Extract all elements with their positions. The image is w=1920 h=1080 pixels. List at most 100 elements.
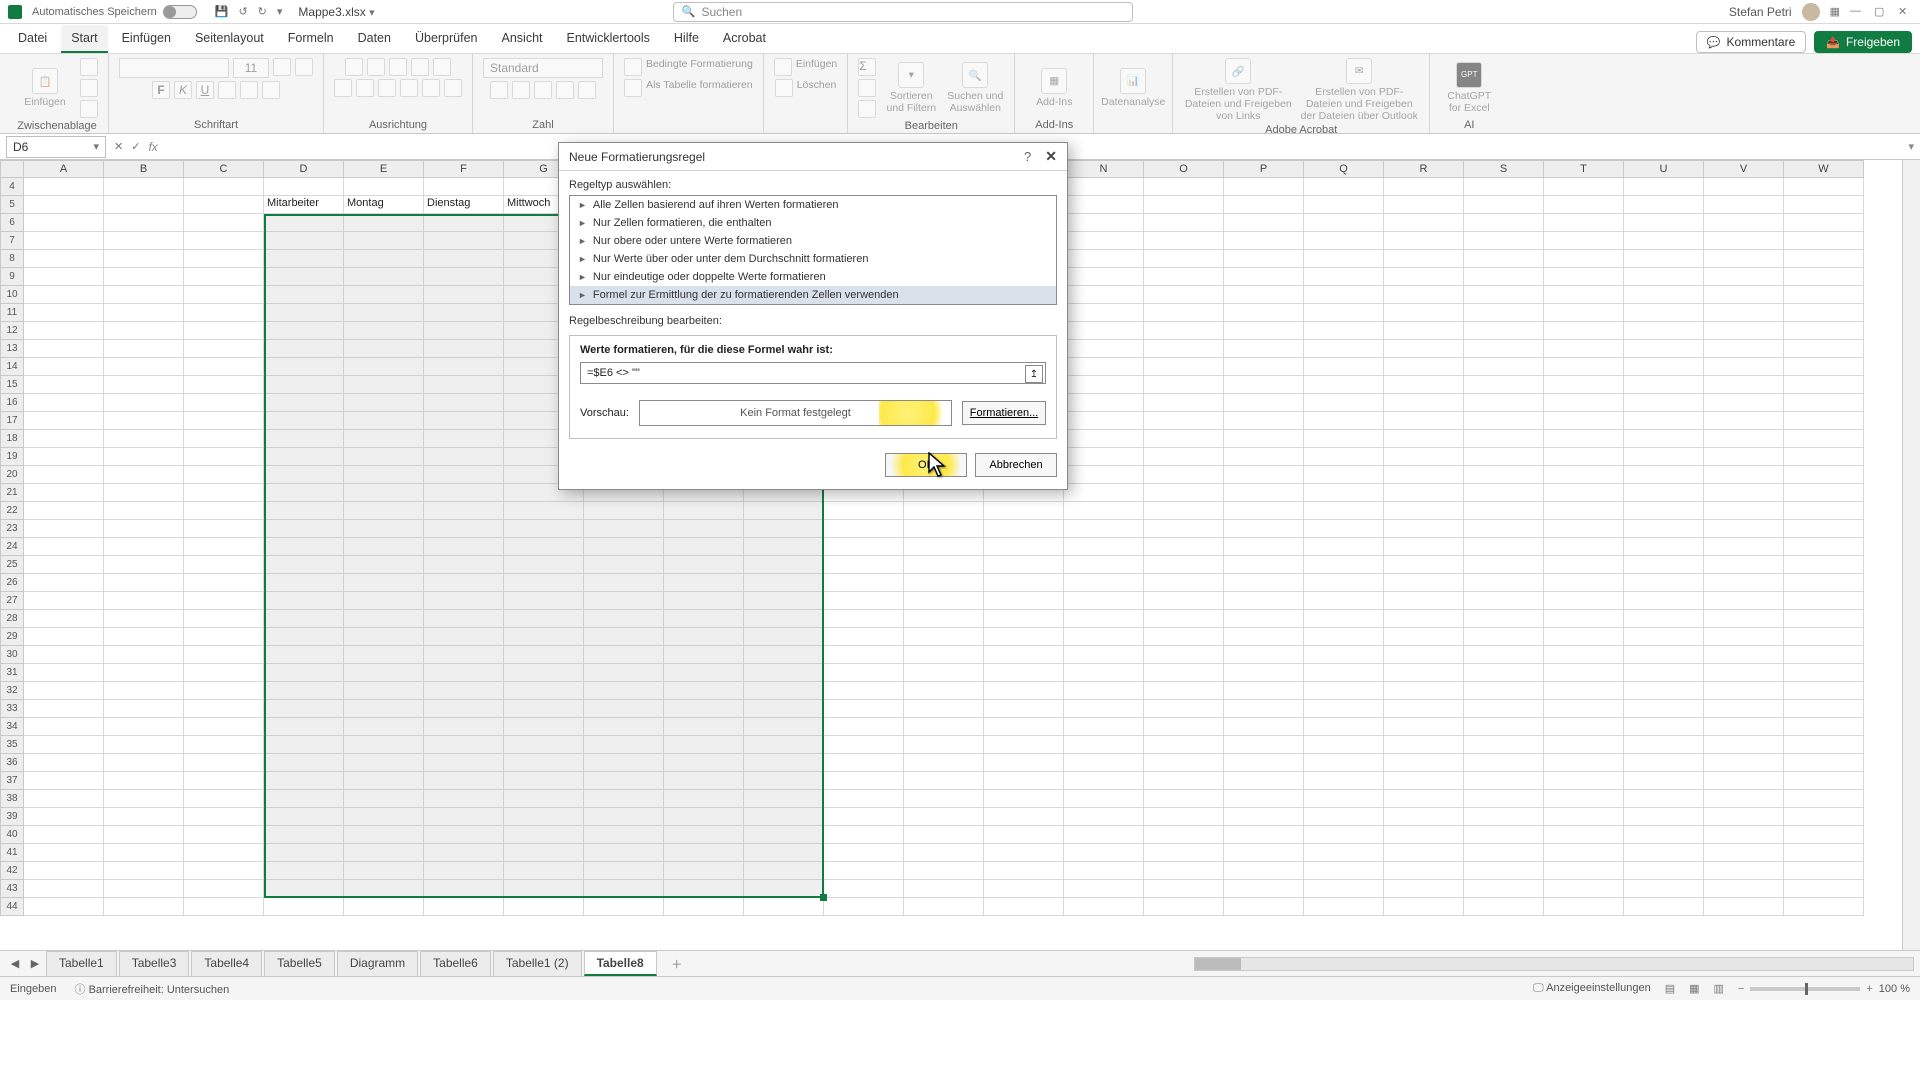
cell[interactable] <box>1304 826 1384 844</box>
cell[interactable] <box>1704 232 1784 250</box>
cell[interactable] <box>1544 286 1624 304</box>
cell[interactable] <box>1064 664 1144 682</box>
cell[interactable] <box>1624 772 1704 790</box>
cell[interactable] <box>1464 754 1544 772</box>
cell[interactable] <box>1304 556 1384 574</box>
cell[interactable] <box>1224 412 1304 430</box>
cell[interactable] <box>584 196 664 214</box>
cell[interactable] <box>1464 520 1544 538</box>
cell[interactable] <box>24 358 104 376</box>
cell[interactable] <box>24 718 104 736</box>
cell[interactable] <box>104 790 184 808</box>
cell[interactable] <box>1544 232 1624 250</box>
cell[interactable] <box>984 718 1064 736</box>
cell[interactable] <box>1624 358 1704 376</box>
cell[interactable] <box>1384 304 1464 322</box>
cell[interactable] <box>104 412 184 430</box>
cell[interactable] <box>1464 196 1544 214</box>
cell[interactable] <box>1224 322 1304 340</box>
cell[interactable] <box>904 772 984 790</box>
cell[interactable] <box>1784 574 1864 592</box>
cell[interactable] <box>1544 592 1624 610</box>
cell[interactable] <box>1784 700 1864 718</box>
cell[interactable] <box>824 754 904 772</box>
cell[interactable] <box>1064 376 1144 394</box>
user-avatar-icon[interactable] <box>1802 3 1820 21</box>
cell[interactable] <box>1064 412 1144 430</box>
percent-icon[interactable] <box>512 81 530 99</box>
cell[interactable] <box>184 754 264 772</box>
cell[interactable] <box>1064 754 1144 772</box>
cell[interactable] <box>1704 502 1784 520</box>
cell[interactable] <box>1784 340 1864 358</box>
cell[interactable] <box>1144 286 1224 304</box>
cell[interactable] <box>904 682 984 700</box>
display-settings-button[interactable]: 🖵 Anzeigeeinstellungen <box>1533 982 1651 995</box>
cell[interactable] <box>1224 610 1304 628</box>
cell[interactable] <box>1224 502 1304 520</box>
cell[interactable] <box>184 484 264 502</box>
cell[interactable] <box>1304 214 1384 232</box>
cell[interactable] <box>824 610 904 628</box>
cell[interactable] <box>1144 736 1224 754</box>
cell[interactable] <box>904 196 984 214</box>
cell[interactable] <box>1544 484 1624 502</box>
cell[interactable] <box>1384 664 1464 682</box>
cell[interactable] <box>1144 556 1224 574</box>
cell[interactable] <box>104 448 184 466</box>
cell[interactable] <box>104 466 184 484</box>
cell[interactable] <box>1624 340 1704 358</box>
cell[interactable] <box>24 880 104 898</box>
cell[interactable] <box>984 808 1064 826</box>
cell[interactable] <box>1784 214 1864 232</box>
cell[interactable] <box>184 466 264 484</box>
cell[interactable] <box>1304 412 1384 430</box>
ribbon-tab-ansicht[interactable]: Ansicht <box>492 25 553 53</box>
cell[interactable] <box>1144 610 1224 628</box>
cell[interactable] <box>24 520 104 538</box>
cell[interactable] <box>904 412 984 430</box>
cell[interactable] <box>24 448 104 466</box>
cell[interactable] <box>1704 250 1784 268</box>
cell[interactable] <box>984 232 1064 250</box>
cell[interactable] <box>1464 340 1544 358</box>
cell[interactable] <box>184 556 264 574</box>
cell[interactable] <box>1464 574 1544 592</box>
col-header-J[interactable]: J <box>744 160 824 178</box>
cell[interactable] <box>1224 214 1304 232</box>
cell[interactable] <box>1624 718 1704 736</box>
cell[interactable] <box>1384 394 1464 412</box>
cell[interactable] <box>104 484 184 502</box>
cell[interactable] <box>1064 628 1144 646</box>
row-header-14[interactable]: 14 <box>0 358 24 376</box>
cell[interactable] <box>1304 466 1384 484</box>
font-name-select[interactable] <box>119 58 229 78</box>
data-analysis-button[interactable]: 📊Datenanalyse <box>1104 68 1162 108</box>
cell[interactable] <box>1304 520 1384 538</box>
cell[interactable] <box>1464 178 1544 196</box>
cell[interactable] <box>984 394 1064 412</box>
cell[interactable] <box>1224 358 1304 376</box>
cell[interactable] <box>744 196 824 214</box>
cell[interactable] <box>1624 466 1704 484</box>
search-box[interactable]: 🔍 Suchen <box>673 2 1133 22</box>
cell[interactable] <box>1544 880 1624 898</box>
cell[interactable] <box>1784 664 1864 682</box>
cell[interactable] <box>904 394 984 412</box>
cell[interactable] <box>1144 754 1224 772</box>
cell[interactable] <box>104 880 184 898</box>
cell[interactable] <box>1144 592 1224 610</box>
cell[interactable] <box>824 412 904 430</box>
cell[interactable] <box>104 376 184 394</box>
cell[interactable] <box>1304 538 1384 556</box>
cell[interactable] <box>24 826 104 844</box>
cell[interactable] <box>24 574 104 592</box>
maximize-icon[interactable]: ▢ <box>1874 5 1888 19</box>
cell[interactable] <box>1064 268 1144 286</box>
cell[interactable] <box>1064 610 1144 628</box>
cell[interactable] <box>904 844 984 862</box>
col-header-Q[interactable]: Q <box>1304 160 1384 178</box>
autosum-icon[interactable]: Σ <box>858 58 876 76</box>
cell[interactable] <box>1624 646 1704 664</box>
cell[interactable] <box>1784 232 1864 250</box>
